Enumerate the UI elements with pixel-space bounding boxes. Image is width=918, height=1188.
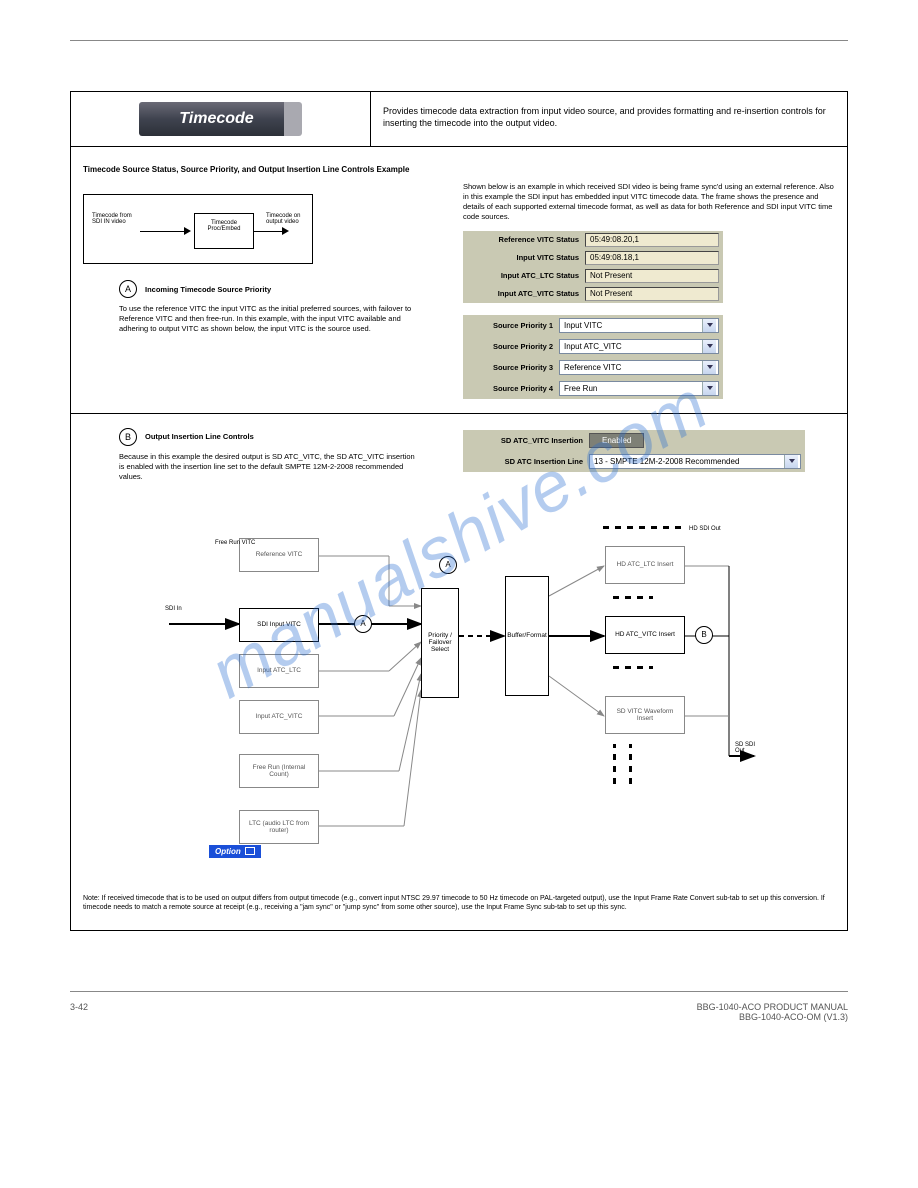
- box-hd-vitc: HD ATC_VITC Insert: [605, 616, 685, 654]
- status-value: Not Present: [585, 287, 719, 301]
- status-label: Input VITC Status: [467, 253, 585, 262]
- insertion-line-select[interactable]: 13 - SMPTE 12M-2-2008 Recommended: [589, 454, 801, 469]
- select-value: 13 - SMPTE 12M-2-2008 Recommended: [594, 457, 739, 466]
- dash-line: [613, 596, 653, 599]
- priority-select-2[interactable]: Input ATC_VITC: [559, 339, 719, 354]
- chevron-down-icon: [702, 382, 716, 395]
- option-badge: Option: [209, 845, 261, 858]
- status-value: Not Present: [585, 269, 719, 283]
- status-label: Reference VITC Status: [467, 235, 585, 244]
- priority-table: Source Priority 1 Input VITC Source Prior…: [463, 315, 723, 399]
- marker-a-row: A Incoming Timecode Source Priority: [119, 280, 443, 298]
- priority-label: Source Priority 2: [467, 342, 559, 351]
- header-left-cell: Timecode: [71, 92, 371, 146]
- priority-select-1[interactable]: Input VITC: [559, 318, 719, 333]
- lbl-sd-out: SD SDI Out: [735, 742, 759, 754]
- dash-line: [629, 744, 632, 784]
- panel-header: Timecode Provides timecode data extracti…: [70, 91, 848, 147]
- dash-line: [613, 666, 653, 669]
- marker-b-circle: B: [119, 428, 137, 446]
- diagram-marker-a: A: [354, 615, 372, 633]
- chevron-down-icon: [702, 340, 716, 353]
- priority-select-3[interactable]: Reference VITC: [559, 360, 719, 375]
- select-value: Input ATC_VITC: [564, 342, 622, 351]
- box-freerun: Free Run (Internal Count): [239, 754, 319, 788]
- marker-a-label: Incoming Timecode Source Priority: [145, 285, 271, 294]
- box-atc-ltc: Input ATC_LTC: [239, 654, 319, 688]
- chevron-down-icon: [702, 319, 716, 332]
- select-value: Input VITC: [564, 321, 602, 330]
- flow-in-label: Timecode from SDI IN video: [92, 213, 140, 225]
- box-priority: Priority / Failover Select: [421, 588, 459, 698]
- dash-line: [613, 744, 616, 784]
- footer-page: 3-42: [70, 1002, 88, 1022]
- lbl-sdi-in: SDI In: [165, 606, 182, 612]
- box-sd-vitc: SD VITC Waveform Insert: [605, 696, 685, 734]
- option-label: Option: [215, 847, 241, 856]
- box-input-vitc: SDI Input VITC: [239, 608, 319, 642]
- insertion-line-label: SD ATC Insertion Line: [467, 457, 589, 466]
- header-desc: Provides timecode data extraction from i…: [371, 92, 847, 146]
- page-footer: 3-42 BBG-1040-ACO PRODUCT MANUAL BBG-104…: [70, 1002, 848, 1022]
- priority-label: Source Priority 1: [467, 321, 559, 330]
- diagram-marker-b: B: [695, 626, 713, 644]
- main-panel: manualshive.com Timecode Source Status, …: [70, 147, 848, 931]
- priority-label: Source Priority 3: [467, 363, 559, 372]
- footnote: Note: If received timecode that is to be…: [83, 894, 835, 912]
- status-label: Input ATC_VITC Status: [467, 289, 585, 298]
- flow-proc-box: Timecode Proc/Embed: [194, 213, 254, 249]
- marker-b-label: Output Insertion Line Controls: [145, 432, 254, 441]
- box-buffer: Buffer/Format: [505, 576, 549, 696]
- box-hd-ltc: HD ATC_LTC Insert: [605, 546, 685, 584]
- marker-a-circle: A: [119, 280, 137, 298]
- lbl-ref-in: Free Run VITC: [215, 540, 255, 546]
- marker-b-desc: Because in this example the desired outp…: [119, 452, 419, 482]
- flow-box: Timecode from SDI IN video Timecode Proc…: [83, 194, 313, 264]
- enabled-button[interactable]: Enabled: [589, 433, 644, 448]
- priority-label: Source Priority 4: [467, 384, 559, 393]
- priority-select-4[interactable]: Free Run: [559, 381, 719, 396]
- subhead-1: Timecode Source Status, Source Priority,…: [83, 165, 835, 174]
- option-icon: [245, 847, 255, 855]
- status-note: Shown below is an example in which recei…: [463, 182, 835, 223]
- marker-b-row: B Output Insertion Line Controls: [119, 428, 443, 446]
- footer-title: BBG-1040-ACO PRODUCT MANUAL: [697, 1002, 848, 1012]
- diagram-marker-a2: A: [439, 556, 457, 574]
- lbl-hd-out: HD SDI Out: [689, 526, 721, 532]
- status-table: Reference VITC Status05:49:08.20,1 Input…: [463, 231, 723, 303]
- status-value: 05:49:08.18,1: [585, 251, 719, 265]
- box-atc-vitc: Input ATC_VITC: [239, 700, 319, 734]
- status-label: Input ATC_LTC Status: [467, 271, 585, 280]
- status-value: 05:49:08.20,1: [585, 233, 719, 247]
- select-value: Reference VITC: [564, 363, 621, 372]
- flow-out-label: Timecode on output video: [266, 213, 306, 225]
- select-value: Free Run: [564, 384, 597, 393]
- footer-rev: BBG-1040-ACO-OM (V1.3): [739, 1012, 848, 1022]
- dash-line: [603, 526, 683, 529]
- chevron-down-icon: [702, 361, 716, 374]
- chevron-down-icon: [784, 455, 798, 468]
- box-ltc: LTC (audio LTC from router): [239, 810, 319, 844]
- signal-flow-diagram: Reference VITC SDI Input VITC Input ATC_…: [159, 496, 759, 886]
- insertion-table: SD ATC_VITC Insertion Enabled SD ATC Ins…: [463, 430, 805, 472]
- marker-a-desc: To use the reference VITC the input VITC…: [119, 304, 419, 334]
- timecode-badge: Timecode: [139, 102, 301, 136]
- insertion-label: SD ATC_VITC Insertion: [467, 436, 589, 445]
